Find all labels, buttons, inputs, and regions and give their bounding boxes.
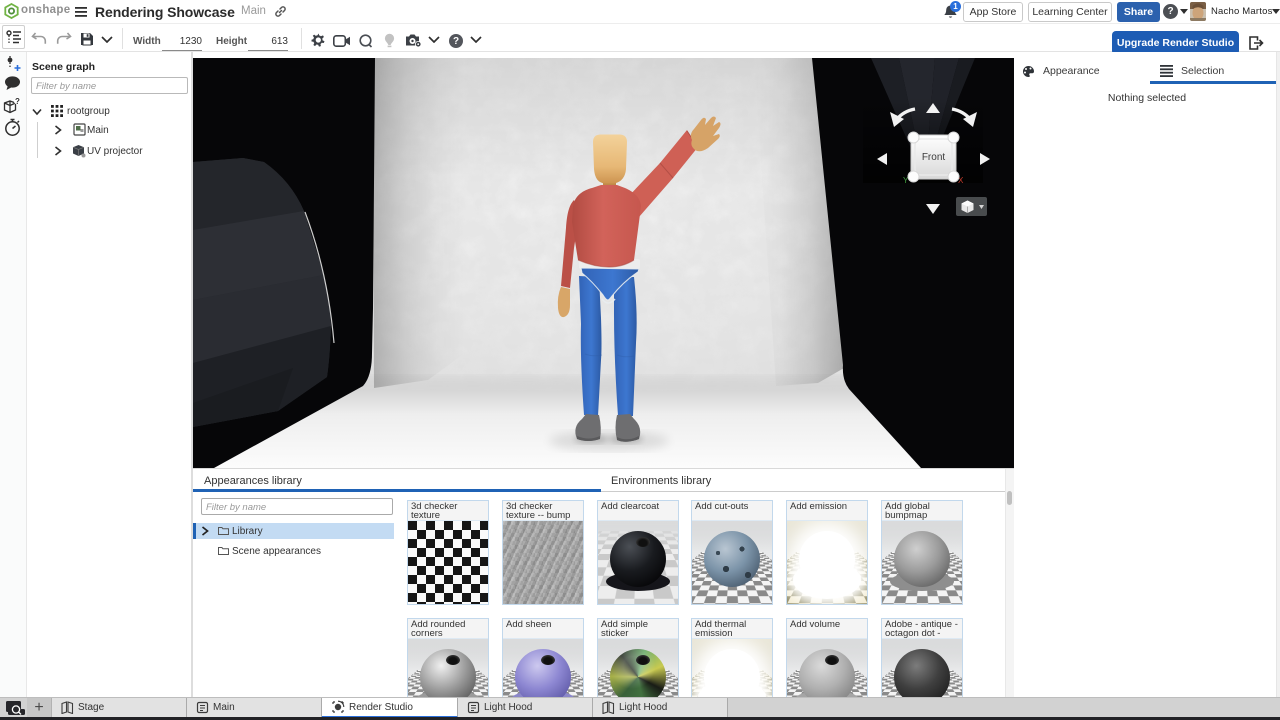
svg-text:?: ?	[15, 97, 20, 106]
svg-text:Front: Front	[922, 152, 946, 163]
